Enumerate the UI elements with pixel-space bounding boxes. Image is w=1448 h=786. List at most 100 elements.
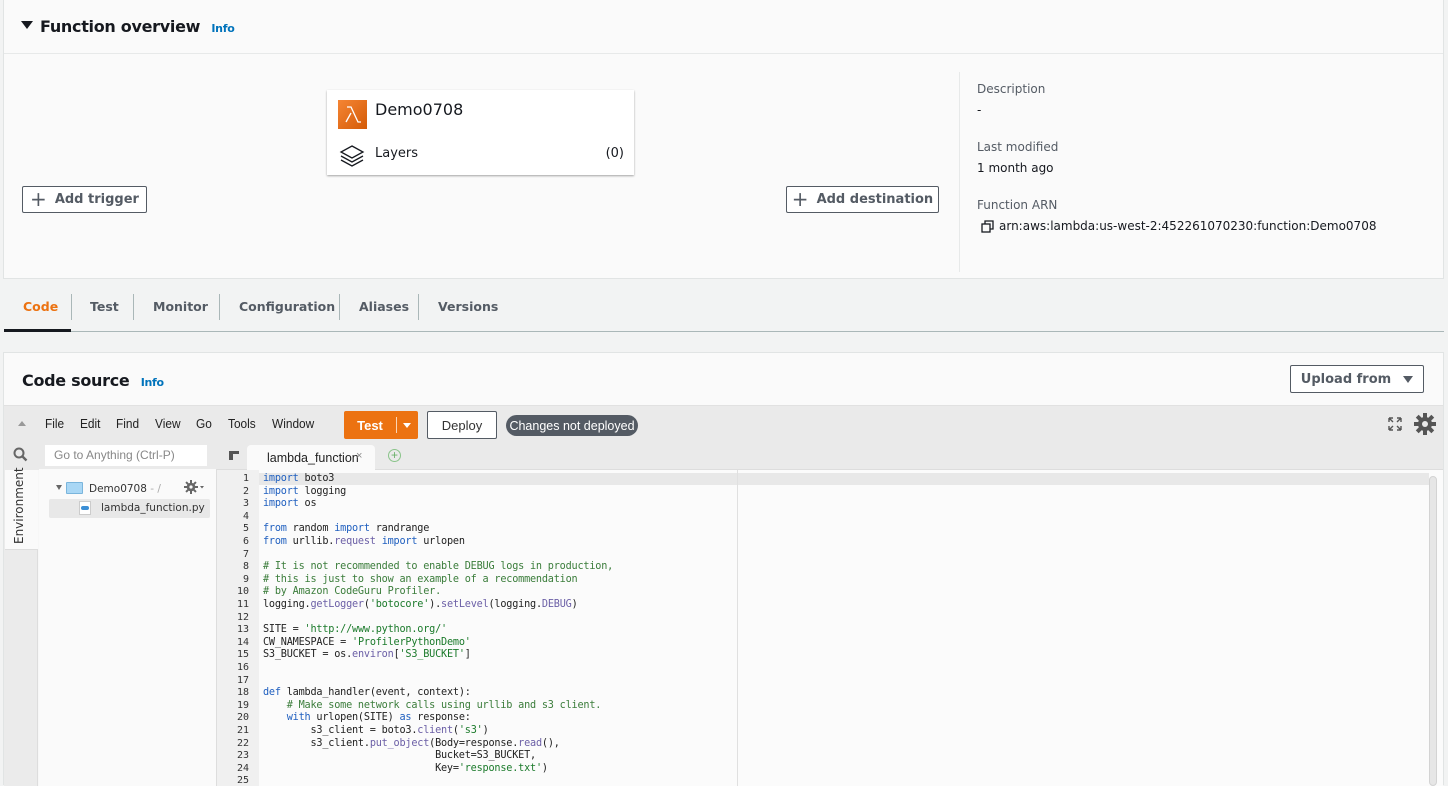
line-number: 16 — [236, 662, 249, 673]
line-number: 20 — [236, 712, 249, 724]
tab-monitor[interactable]: Monitor — [153, 299, 208, 314]
function-name: Demo0708 — [375, 100, 464, 119]
tab-code[interactable]: Code — [23, 299, 58, 314]
upload-from-label: Upload from — [1300, 371, 1392, 387]
ide-menubar: File Edit Find View Go Tools Window Test… — [4, 405, 1443, 441]
menu-go[interactable]: Go — [196, 417, 212, 431]
line-number: 1 — [242, 473, 249, 484]
tab-aliases[interactable]: Aliases — [359, 299, 409, 314]
last-modified-label: Last modified — [977, 140, 1059, 154]
line-number: 5 — [242, 523, 249, 535]
code-line[interactable]: from random import randrange — [263, 523, 429, 534]
description-label: Description — [977, 82, 1046, 96]
code-line[interactable]: S3_BUCKET = os.environ['S3_BUCKET'] — [263, 649, 471, 660]
function-card[interactable]: Demo0708 Layers (0) — [327, 90, 634, 175]
collapse-caret-icon[interactable] — [21, 21, 33, 29]
copy-icon[interactable] — [981, 219, 994, 233]
file-tree: Demo0708 - / lambda_function.py — [39, 469, 217, 786]
function-arn: arn:aws:lambda:us-west-2:452261070230:fu… — [981, 219, 1376, 233]
environment-tab[interactable]: Environment — [5, 467, 38, 550]
expand-caret-icon[interactable] — [56, 485, 62, 490]
code-line[interactable]: s3_client = boto3.client('s3') — [263, 725, 488, 736]
file-item[interactable]: lambda_function.py — [49, 499, 210, 518]
tab-configuration[interactable]: Configuration — [239, 299, 335, 314]
code-line[interactable]: from urllib.request import urlopen — [263, 536, 465, 547]
code-line[interactable]: import os — [263, 498, 317, 509]
editor-tabbar: lambda_function × + — [217, 441, 1443, 470]
info-link[interactable]: Info — [141, 376, 164, 389]
python-file-icon — [79, 501, 91, 515]
divider — [959, 72, 960, 272]
line-number: 13 — [236, 624, 249, 636]
lambda-icon — [338, 100, 367, 129]
code-editor[interactable]: 1 2 3 4 5 6 7 8 9 10 11 12 13 14 15 16 17 18 19 20 21 22 23 24 2… — [217, 470, 1443, 786]
tab-test[interactable]: Test — [90, 299, 119, 314]
tree-settings-icon[interactable] — [184, 480, 206, 499]
side-rail: Environment — [4, 467, 38, 786]
code-line[interactable]: # this is just to show an example of a r… — [263, 574, 578, 585]
status-badge: Changes not deployed — [506, 415, 638, 436]
folder-name[interactable]: Demo0708 - / — [89, 483, 161, 495]
search-strip: Go to Anything (Ctrl-P) — [4, 441, 217, 470]
code-line[interactable]: logging.getLogger('botocore').setLevel(l… — [263, 599, 578, 610]
code-line[interactable]: s3_client.put_object(Body=response.read(… — [263, 738, 559, 749]
ide-body: Go to Anything (Ctrl-P) Environment Demo… — [4, 441, 1443, 786]
environment-label: Environment — [12, 467, 26, 544]
editor-tab-lambda-function[interactable]: lambda_function × — [247, 445, 375, 470]
code-line[interactable]: Bucket=S3_BUCKET, — [263, 750, 536, 761]
tab-separator — [71, 294, 72, 320]
add-trigger-button[interactable]: + Add trigger — [22, 186, 147, 213]
line-number: 21 — [236, 725, 249, 736]
code-source-title: Code source Info — [22, 371, 164, 390]
search-icon[interactable] — [13, 447, 28, 467]
code-line[interactable]: import logging — [263, 486, 346, 497]
line-number: 25 — [236, 775, 249, 786]
layers-label[interactable]: Layers — [375, 146, 418, 161]
new-tab-icon[interactable]: + — [388, 449, 401, 462]
line-number: 23 — [236, 750, 249, 762]
line-number: 12 — [236, 611, 249, 623]
menu-view[interactable]: View — [155, 417, 181, 431]
fullscreen-icon[interactable] — [1387, 416, 1403, 437]
caret-down-icon — [1403, 375, 1414, 383]
menu-find[interactable]: Find — [116, 417, 139, 431]
vertical-scrollbar[interactable] — [1429, 476, 1437, 786]
code-line[interactable]: # It is not recommended to enable DEBUG … — [263, 561, 613, 572]
code-line[interactable]: # by Amazon CodeGuru Profiler. — [263, 586, 441, 597]
layers-count: (0) — [605, 146, 624, 161]
gear-icon[interactable] — [1414, 413, 1436, 440]
add-destination-button[interactable]: + Add destination — [786, 186, 939, 213]
folder-icon — [66, 482, 83, 494]
upload-from-button[interactable]: Upload from — [1290, 365, 1424, 393]
line-number: 4 — [242, 510, 249, 522]
function-overview-header: Function overview Info — [4, 0, 1443, 54]
menu-tools[interactable]: Tools — [228, 417, 256, 431]
code-line[interactable]: with urlopen(SITE) as response: — [263, 712, 471, 723]
menu-window[interactable]: Window — [272, 417, 314, 431]
line-number: 6 — [242, 536, 249, 547]
code-line[interactable]: SITE = 'http://www.python.org/' — [263, 624, 447, 635]
go-to-anything-input[interactable]: Go to Anything (Ctrl-P) — [45, 445, 207, 466]
code-line[interactable]: # Make some network calls using urllib a… — [263, 700, 602, 711]
menu-file[interactable]: File — [45, 417, 64, 431]
info-link[interactable]: Info — [211, 22, 234, 35]
menu-edit[interactable]: Edit — [80, 417, 100, 431]
line-number: 3 — [242, 498, 249, 510]
code-line[interactable]: Key='response.txt') — [263, 763, 548, 774]
tab-versions[interactable]: Versions — [438, 299, 498, 314]
close-tab-icon[interactable]: × — [356, 450, 362, 462]
test-dropdown-button[interactable] — [397, 411, 418, 439]
tab-separator — [339, 294, 340, 320]
code-line[interactable]: import boto3 — [263, 473, 334, 484]
collapse-up-icon[interactable] — [18, 421, 26, 426]
function-overview-title: Function overview Info — [40, 17, 235, 36]
code-line[interactable]: CW_NAMESPACE = 'ProfilerPythonDemo' — [263, 637, 471, 648]
deploy-button[interactable]: Deploy — [427, 411, 497, 439]
line-number: 14 — [236, 636, 249, 648]
active-line-highlight — [259, 473, 1429, 485]
test-button[interactable]: Test — [344, 411, 396, 439]
caret-down-icon — [403, 423, 411, 428]
add-trigger-label: Add trigger — [54, 192, 139, 207]
tab-menu-icon[interactable] — [229, 451, 239, 460]
code-line[interactable]: def lambda_handler(event, context): — [263, 687, 471, 698]
